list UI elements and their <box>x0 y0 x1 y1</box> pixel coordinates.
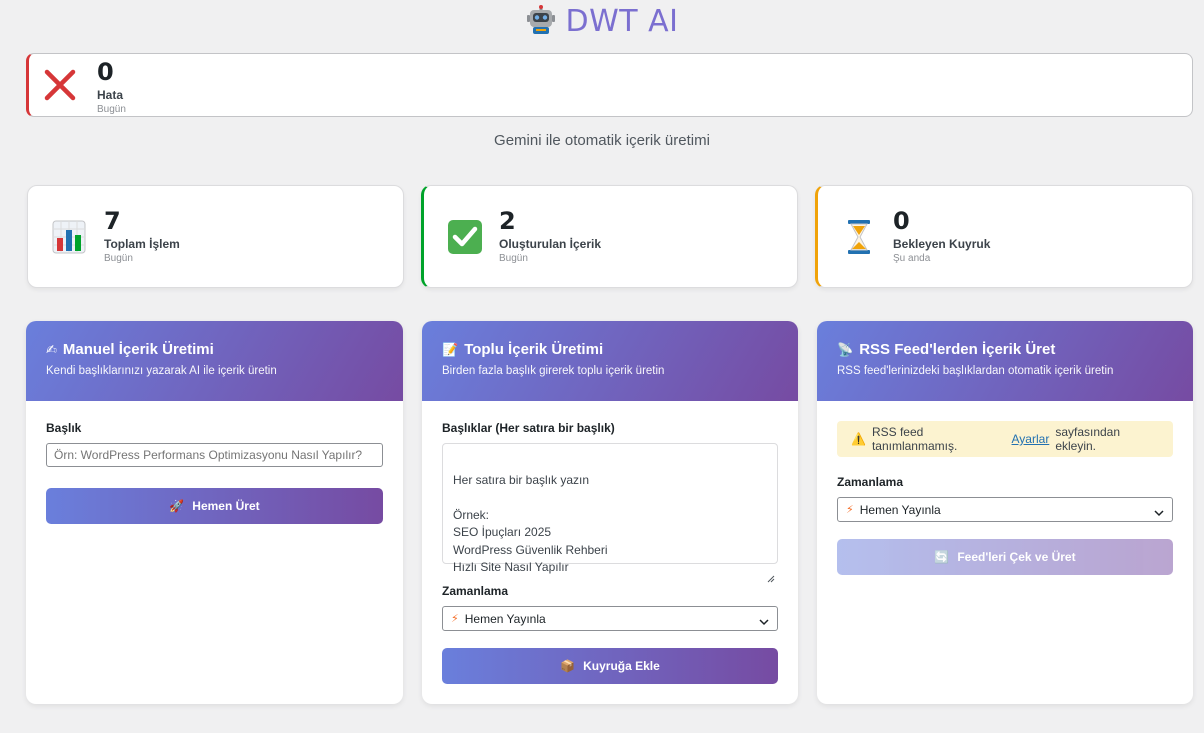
hourglass-icon <box>840 218 878 256</box>
bulk-panel-desc: Birden fazla başlık girerek toplu içerik… <box>442 365 665 377</box>
rss-warning-notice: ⚠️ RSS feed tanımlanmamış. Ayarlar sayfa… <box>837 421 1173 457</box>
lightning-icon: ⚡ <box>451 613 459 625</box>
rss-schedule-value: Hemen Yayınla <box>859 502 941 517</box>
satellite-icon: 📡 <box>837 341 854 357</box>
notice-text: RSS feed tanımlanmamış. <box>871 425 958 453</box>
title-field-label: Başlık <box>46 421 82 435</box>
notice-text-end: sayfasından ekleyin. <box>1055 425 1121 453</box>
created-count: 2 <box>499 207 516 235</box>
warning-icon: ⚠️ <box>851 432 866 446</box>
bulk-panel: 📝 Toplu İçerik Üretimi Birden fazla başl… <box>422 321 798 704</box>
queue-count: 0 <box>893 207 910 235</box>
refresh-icon: 🔄 <box>934 550 950 564</box>
app-title-text: DWT AI <box>565 4 679 39</box>
queue-sub: Şu anda <box>893 253 931 264</box>
manual-panel: ✍ Manuel İçerik Üretimi Kendi başlıkları… <box>26 321 403 704</box>
generate-now-button[interactable]: 🚀 Hemen Üret <box>46 488 383 524</box>
stat-card-created: 2 Oluşturulan İçerik Bugün <box>421 185 798 288</box>
created-label: Oluşturulan İçerik <box>499 237 602 251</box>
package-icon: 📦 <box>560 659 576 673</box>
add-to-queue-button[interactable]: 📦 Kuyruğa Ekle <box>442 648 778 684</box>
rss-panel-title: RSS Feed'lerden İçerik Üret <box>859 341 1056 358</box>
rss-schedule-select[interactable]: ⚡ Hemen Yayınla <box>837 497 1173 522</box>
error-stat-card: 0 Hata Bugün <box>26 53 1193 117</box>
title-input[interactable] <box>46 443 383 467</box>
manual-panel-desc: Kendi başlıklarınızı yazarak AI ile içer… <box>46 365 277 377</box>
error-sub: Bugün <box>97 104 126 115</box>
stat-card-total: 7 Toplam İşlem Bugün <box>27 185 404 288</box>
chevron-down-icon <box>759 615 769 626</box>
total-sub: Bugün <box>104 253 133 264</box>
manual-panel-title: Manuel İçerik Üretimi <box>62 341 214 358</box>
rss-panel-header: 📡 RSS Feed'lerden İçerik Üret RSS feed'l… <box>817 321 1193 401</box>
manual-panel-header: ✍ Manuel İçerik Üretimi Kendi başlıkları… <box>26 321 403 401</box>
page-subtitle: Gemini ile otomatik içerik üretimi <box>494 132 710 149</box>
bulk-schedule-label: Zamanlama <box>442 584 509 598</box>
rss-schedule-label: Zamanlama <box>837 475 904 489</box>
check-icon <box>446 218 484 256</box>
resize-handle-icon[interactable] <box>767 553 775 582</box>
created-sub: Bugün <box>499 253 528 264</box>
rss-panel: 📡 RSS Feed'lerden İçerik Üret RSS feed'l… <box>817 321 1193 704</box>
app-title: DWT AI <box>0 4 1204 43</box>
bulk-panel-title: Toplu İçerik Üretimi <box>464 341 604 358</box>
rss-panel-desc: RSS feed'lerinizdeki başlıklardan otomat… <box>837 365 1114 377</box>
queue-label: Bekleyen Kuyruk <box>893 237 991 251</box>
add-to-queue-label: Kuyruğa Ekle <box>583 659 660 673</box>
chevron-down-icon <box>1154 506 1164 517</box>
stat-card-queue: 0 Bekleyen Kuyruk Şu anda <box>815 185 1193 288</box>
total-label: Toplam İşlem <box>104 237 180 251</box>
memo-icon: 📝 <box>442 341 459 357</box>
fetch-feeds-button[interactable]: 🔄 Feed'leri Çek ve Üret <box>837 539 1173 575</box>
fetch-feeds-label: Feed'leri Çek ve Üret <box>957 550 1076 564</box>
error-label: Hata <box>97 88 124 102</box>
robot-icon <box>526 5 556 43</box>
lightning-icon: ⚡ <box>846 504 854 516</box>
settings-link[interactable]: Ayarlar <box>1012 432 1050 446</box>
bulk-panel-header: 📝 Toplu İçerik Üretimi Birden fazla başl… <box>422 321 798 401</box>
generate-now-label: Hemen Üret <box>192 499 260 513</box>
bar-chart-icon <box>50 218 88 256</box>
hand-write-icon: ✍ <box>46 341 57 357</box>
close-icon <box>43 68 77 102</box>
rocket-icon: 🚀 <box>169 499 185 513</box>
bulk-schedule-value: Hemen Yayınla <box>464 611 546 626</box>
total-count: 7 <box>104 207 121 235</box>
titles-textarea-placeholder: Her satıra bir başlık yazın Örnek: SEO İ… <box>453 472 608 575</box>
bulk-schedule-select[interactable]: ⚡ Hemen Yayınla <box>442 606 778 631</box>
titles-field-label: Başlıklar (Her satıra bir başlık) <box>442 421 615 435</box>
titles-textarea[interactable]: Her satıra bir başlık yazın Örnek: SEO İ… <box>442 443 778 582</box>
error-count: 0 <box>97 58 114 86</box>
